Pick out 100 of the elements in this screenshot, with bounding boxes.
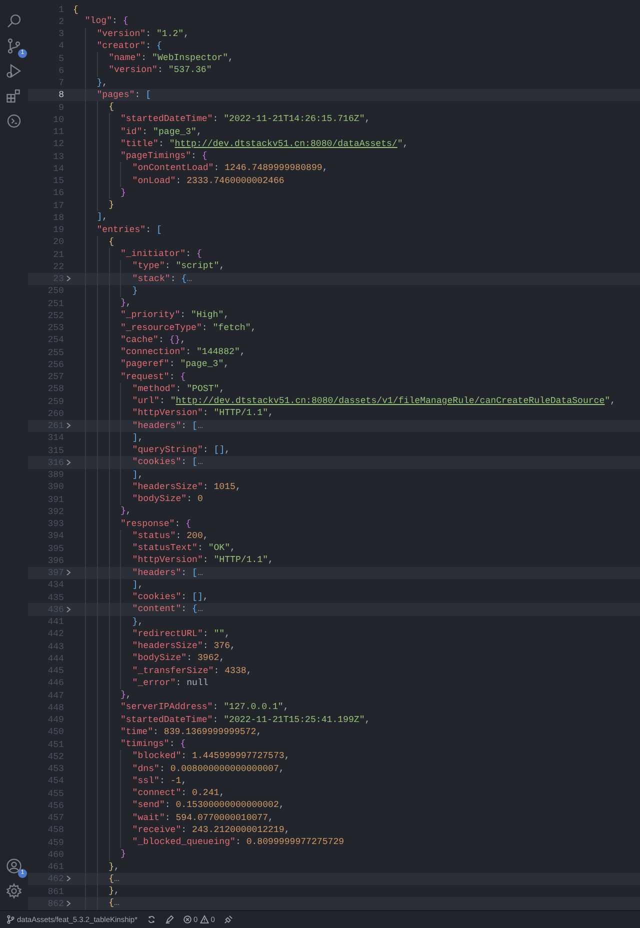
pencil-icon[interactable] — [164, 915, 174, 924]
code-line: } — [73, 848, 126, 860]
line-number: 1 — [58, 4, 64, 15]
code-line: "wait": 594.0770000010077, — [73, 812, 274, 824]
line-number: 19 — [52, 224, 64, 236]
sync-icon[interactable] — [146, 915, 156, 924]
line-number: 441 — [46, 616, 64, 628]
plug-icon[interactable] — [224, 915, 233, 924]
chevron-icon[interactable] — [66, 275, 71, 282]
line-number: 447 — [46, 690, 64, 701]
line-number: 256 — [46, 358, 64, 370]
branches-icon[interactable] — [5, 37, 23, 55]
line-number: 396 — [46, 554, 64, 566]
line-number: 450 — [46, 726, 64, 738]
code-line: }, — [73, 505, 132, 518]
code-line: }, — [73, 689, 132, 702]
code-line: "pageTimings": { — [73, 150, 208, 162]
chevron-icon[interactable] — [66, 606, 71, 613]
line-number: 457 — [46, 812, 64, 824]
line-number: 250 — [46, 285, 64, 296]
line-number: 448 — [46, 702, 64, 713]
chevron-icon[interactable] — [66, 569, 71, 576]
settings-icon[interactable] — [5, 882, 23, 900]
line-number: 11 — [52, 126, 64, 138]
line-number: 443 — [46, 640, 64, 652]
line-number: 461 — [46, 861, 64, 872]
code-line: "blocked": 1.445999997727573, — [73, 750, 290, 762]
line-number: 2 — [58, 16, 64, 27]
warning-icon — [200, 915, 209, 924]
code-line: ], — [73, 432, 144, 444]
code-line: "connect": 0.241, — [73, 787, 225, 800]
line-number: 394 — [46, 530, 64, 542]
code-line: { — [73, 236, 114, 248]
line-number: 444 — [46, 652, 64, 664]
remote-icon[interactable] — [5, 112, 23, 130]
line-number: 21 — [52, 248, 64, 260]
code-line: } — [73, 199, 114, 212]
line-number: 5 — [58, 52, 64, 64]
line-number: 260 — [46, 408, 64, 419]
line-number: 6 — [58, 64, 64, 76]
code-line: "_blocked_queueing": 0.8099999977275729 — [73, 836, 344, 848]
code-line: "bodySize": 0 — [73, 493, 203, 506]
line-number: 12 — [52, 138, 64, 150]
line-number: 254 — [46, 334, 64, 346]
code-line: "request": { — [73, 370, 186, 383]
line-number: 20 — [52, 236, 64, 248]
chevron-icon[interactable] — [66, 422, 71, 430]
code-line: "entries": [ — [73, 224, 162, 236]
line-number: 460 — [46, 848, 64, 860]
code-line: "headers": [… — [73, 566, 203, 579]
code-line: "bodySize": 3962, — [73, 652, 225, 664]
line-number: 315 — [46, 444, 64, 456]
code-line: } — [73, 186, 126, 199]
code-line: "redirectURL": "", — [73, 628, 230, 640]
line-number: 452 — [46, 750, 64, 762]
code-line: "stack": {… — [73, 272, 192, 285]
code-line: "statusText": "OK", — [73, 542, 236, 554]
code-line: "pageref": "page_3", — [73, 358, 230, 370]
line-number: 4 — [58, 40, 64, 52]
code-line: }, — [73, 616, 144, 628]
code-line: {… — [73, 872, 120, 885]
extensions-icon[interactable] — [5, 87, 23, 105]
code-line: "_transferSize": 4338, — [73, 664, 252, 677]
chevron-icon[interactable] — [66, 458, 71, 466]
line-number: 8 — [58, 89, 64, 100]
line-number: 434 — [46, 579, 64, 590]
line-number: 14 — [52, 162, 64, 174]
code-line: ], — [73, 211, 108, 224]
account-icon[interactable] — [5, 857, 23, 875]
code-line: "version": "1.2", — [73, 28, 190, 40]
code-line: } — [73, 284, 138, 297]
line-number: 459 — [46, 836, 64, 848]
line-number: 255 — [46, 346, 64, 358]
code-line: "version": "537.36" — [73, 64, 212, 76]
code-line: ], — [73, 468, 144, 481]
line-number: 10 — [52, 114, 64, 125]
code-line: "creator": { — [73, 40, 162, 52]
line-number: 392 — [46, 506, 64, 517]
code-line: "_error": null — [73, 676, 208, 689]
chevron-icon[interactable] — [66, 875, 71, 882]
line-number: 458 — [46, 824, 64, 836]
line-number: 9 — [58, 102, 64, 113]
line-number: 15 — [52, 175, 64, 186]
run-debug-icon[interactable] — [5, 62, 23, 80]
code-line: "cookies": [… — [73, 456, 203, 468]
search-icon[interactable] — [5, 12, 23, 30]
code-line: "send": 0.15300000000000002, — [73, 799, 284, 812]
code-line: "url": "http://dev.dtstackv51.cn:8080/dassets/v1/fileManageRule/canCreateRuleDataSource", — [73, 395, 616, 408]
line-number: 435 — [46, 592, 64, 603]
line-number: 7 — [58, 77, 64, 88]
line-number: 259 — [46, 396, 64, 407]
code-line: "title": "http://dev.dtstackv51.cn:8080/dataAssets/", — [73, 138, 408, 150]
line-number: 314 — [46, 432, 64, 444]
code-line: "response": { — [73, 518, 192, 530]
line-number: 22 — [52, 260, 64, 272]
chevron-icon[interactable] — [66, 900, 71, 907]
line-number: 16 — [52, 187, 64, 198]
code-line: "time": 839.1369999999572, — [73, 726, 262, 738]
line-number: 446 — [46, 677, 64, 688]
line-number: 18 — [52, 212, 64, 223]
